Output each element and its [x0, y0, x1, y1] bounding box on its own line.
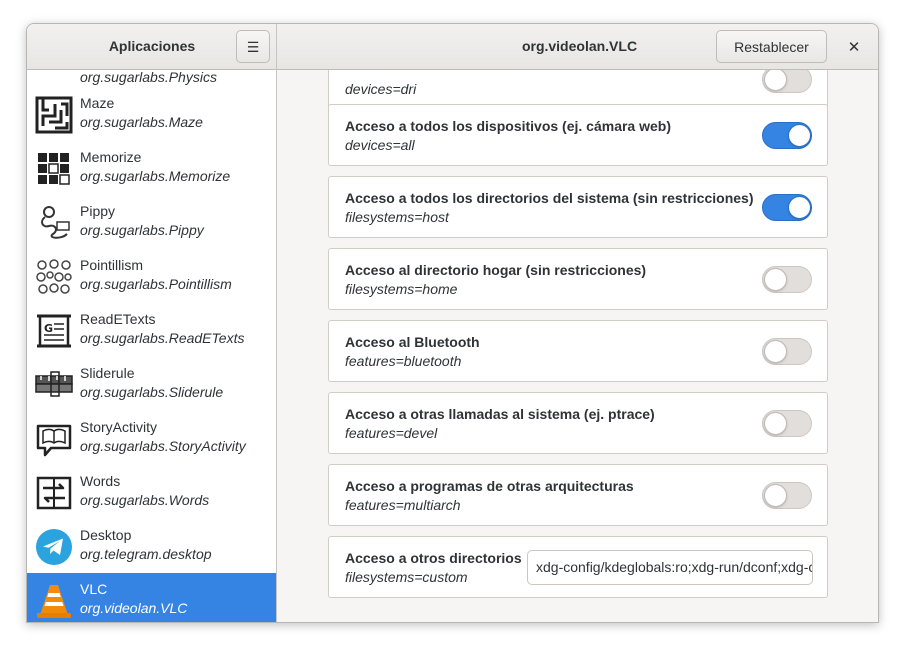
permission-key: devices=all [345, 137, 415, 153]
main-menu-button[interactable]: ☰ [236, 30, 270, 63]
permission-card-multiarch: Acceso a programas de otras arquitectura… [328, 464, 828, 526]
app-id: org.sugarlabs.ReadETexts [80, 330, 245, 346]
permission-key: features=multiarch [345, 497, 461, 513]
close-icon: ✕ [847, 39, 861, 56]
toggle-knob [788, 124, 811, 147]
words-book-icon [36, 476, 72, 510]
permission-card-bluetooth: Acceso al Bluetooth features=bluetooth [328, 320, 828, 382]
permission-title: Acceso a todos los directorios del siste… [345, 190, 754, 206]
permission-key: features=bluetooth [345, 353, 462, 369]
sliderule-icon [35, 371, 73, 397]
app-name: Sliderule [80, 365, 135, 381]
permission-title: Acceso al directorio hogar (sin restricc… [345, 262, 647, 278]
app-row-vlc[interactable]: VLC org.videolan.VLC [27, 573, 276, 622]
app-id: org.sugarlabs.Physics [80, 70, 217, 85]
permission-title: Acceso a todos los dispositivos (ej. cám… [345, 118, 671, 134]
reset-button[interactable]: Restablecer [716, 30, 827, 63]
permission-card-devices-all: Acceso a todos los dispositivos (ej. cám… [328, 104, 828, 166]
toggle-knob [764, 412, 787, 435]
app-row-pointillism[interactable]: Pointillism org.sugarlabs.Pointillism [27, 249, 276, 303]
memorize-grid-icon [38, 153, 70, 185]
permission-toggle[interactable] [762, 482, 812, 509]
app-id: org.sugarlabs.StoryActivity [80, 438, 246, 454]
app-row-storyactivity[interactable]: StoryActivity org.sugarlabs.StoryActivit… [27, 411, 276, 465]
hamburger-menu-icon: ☰ [246, 38, 260, 55]
permission-key: features=devel [345, 425, 438, 441]
permission-card-filesystems-home: Acceso al directorio hogar (sin restricc… [328, 248, 828, 310]
app-row-maze[interactable]: Maze org.sugarlabs.Maze [27, 87, 276, 141]
app-name: ReadETexts [80, 311, 156, 327]
permission-key: filesystems=host [345, 209, 449, 225]
permission-title: Acceso a programas de otras arquitectura… [345, 478, 634, 494]
permission-toggle[interactable] [762, 266, 812, 293]
permission-key: filesystems=custom [345, 569, 468, 585]
toggle-knob [764, 484, 787, 507]
app-id: org.sugarlabs.Sliderule [80, 384, 224, 400]
permission-title: Acceso a otros directorios [345, 550, 522, 566]
app-row-readetexts[interactable]: G ReadETexts org.sugarlabs.ReadETexts [27, 303, 276, 357]
svg-text:G: G [44, 322, 53, 335]
telegram-icon [36, 529, 72, 565]
toggle-knob [788, 196, 811, 219]
permission-card-custom-filesystems: Acceso a otros directorios filesystems=c… [328, 536, 828, 598]
headerbar: Aplicaciones ☰ org.videolan.VLC Restable… [27, 24, 878, 70]
app-name: VLC [80, 581, 108, 597]
app-name: StoryActivity [80, 419, 158, 435]
app-id: org.videolan.VLC [80, 600, 188, 616]
permission-title: Acceso a otras llamadas al sistema (ej. … [345, 406, 655, 422]
app-row-telegram-desktop[interactable]: Desktop org.telegram.desktop [27, 519, 276, 573]
app-id: org.sugarlabs.Memorize [80, 168, 231, 184]
permission-card-devel: Acceso a otras llamadas al sistema (ej. … [328, 392, 828, 454]
toggle-knob [764, 268, 787, 291]
app-row-words[interactable]: Words org.sugarlabs.Words [27, 465, 276, 519]
app-name: Pointillism [80, 257, 144, 273]
toggle-knob [764, 70, 787, 91]
app-id: org.sugarlabs.Pointillism [80, 276, 232, 292]
toggle-knob [764, 340, 787, 363]
app-name: Maze [80, 95, 115, 111]
app-name: Memorize [80, 149, 142, 165]
app-id: org.sugarlabs.Words [80, 492, 210, 508]
permissions-panel[interactable]: devices=dri Acceso a todos los dispositi… [278, 70, 878, 622]
flatseal-window: Aplicaciones ☰ org.videolan.VLC Restable… [26, 23, 879, 623]
app-name: Pippy [80, 203, 116, 219]
permission-toggle[interactable] [762, 410, 812, 437]
permission-toggle[interactable] [762, 70, 812, 93]
permission-key: filesystems=home [345, 281, 458, 297]
app-id: org.telegram.desktop [80, 546, 212, 562]
applications-sidebar[interactable]: org.sugarlabs.Physics Maze org.sugarlabs… [27, 70, 277, 622]
app-name: Words [80, 473, 121, 489]
permission-toggle[interactable] [762, 338, 812, 365]
app-id: org.sugarlabs.Maze [80, 114, 203, 130]
pippy-snake-icon [41, 206, 70, 239]
close-button[interactable]: ✕ [842, 35, 866, 59]
app-row-memorize[interactable]: Memorize org.sugarlabs.Memorize [27, 141, 276, 195]
app-row-sliderule[interactable]: Sliderule org.sugarlabs.Sliderule [27, 357, 276, 411]
permission-toggle[interactable] [762, 122, 812, 149]
maze-icon [35, 96, 73, 134]
vlc-cone-icon [37, 585, 71, 618]
app-row-pippy[interactable]: Pippy org.sugarlabs.Pippy [27, 195, 276, 249]
pointillism-dots-icon [36, 259, 72, 294]
permission-toggle[interactable] [762, 194, 812, 221]
app-id: org.sugarlabs.Pippy [80, 222, 204, 238]
permission-card-filesystems-host: Acceso a todos los directorios del siste… [328, 176, 828, 238]
story-book-icon [36, 424, 72, 457]
custom-directories-input[interactable]: xdg-config/kdeglobals:ro;xdg-run/dconf;x… [527, 550, 813, 585]
permission-key: devices=dri [345, 81, 417, 97]
permission-title: Acceso al Bluetooth [345, 334, 480, 350]
app-name: Desktop [80, 527, 132, 543]
read-etexts-icon: G [37, 314, 71, 348]
sidebar-header: Aplicaciones ☰ [27, 24, 277, 70]
